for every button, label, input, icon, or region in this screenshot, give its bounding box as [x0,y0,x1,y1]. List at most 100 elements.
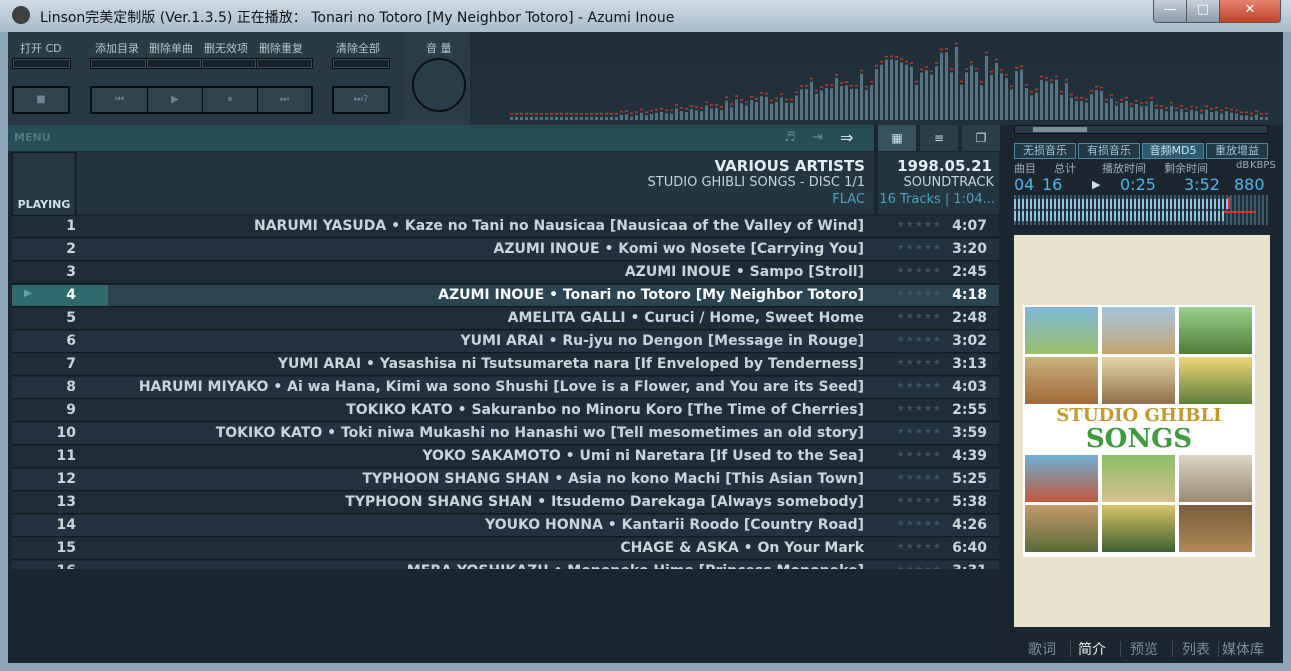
arrow-right-icon[interactable]: ⇒ [840,128,853,147]
add-dir-button[interactable] [90,58,147,69]
spectrum-peak [1070,93,1073,96]
track-row[interactable]: 15 CHAGE & ASKA • On Your Mark ★★★★★ 6:40 [12,538,999,560]
track-row[interactable]: 13 TYPHOON SHANG SHAN • Itsudemo Darekaga… [12,492,999,514]
menu-button[interactable]: MENU [14,131,51,144]
spectrum-peak [765,92,768,95]
lossy-tag[interactable]: 有损音乐 [1078,143,1140,159]
delete-invalid-button[interactable] [201,58,257,69]
open-cd-button[interactable] [12,58,71,69]
seek-bar[interactable] [1014,125,1268,134]
rating-stars[interactable]: ★★★★★ [897,266,942,276]
next-button[interactable]: ⏭ [258,88,311,112]
prev-button[interactable]: ⏮ [92,88,148,112]
rating-stars[interactable]: ★★★★★ [897,473,942,483]
track-row[interactable]: 3 AZUMI INOUE • Sampo [Stroll] ★★★★★ 2:45 [12,262,999,284]
rating-stars[interactable]: ★★★★★ [897,450,942,460]
spectrum-bar [720,110,723,120]
track-row[interactable]: 2 AZUMI INOUE • Komi wo Nosete [Carrying … [12,239,999,261]
close-button[interactable]: ✕ [1219,0,1281,23]
track-row[interactable]: 1 NARUMI YASUDA • Kaze no Tani no Nausica… [12,216,999,238]
spectrum-bar [1080,100,1083,120]
seek-thumb[interactable] [1033,127,1087,132]
spectrum-bar [1210,112,1213,120]
minimize-button[interactable]: — [1153,0,1187,23]
music-note-icon[interactable]: ♬ [784,130,796,145]
export-icon[interactable]: ⇥ [812,130,823,145]
track-row[interactable]: 6 YUMI ARAI • Ru-jyu no Dengon [Message i… [12,331,999,353]
rating-stars[interactable]: ★★★★★ [897,496,942,506]
delete-duplicate-label: 删除重复 [259,42,303,55]
spectrum-peak [630,112,633,115]
spectrum-peak [845,81,848,83]
spectrum-peak [615,113,618,115]
spectrum-bar [740,103,743,120]
cover-tile [1102,357,1175,404]
spectrum-bar [540,117,543,120]
rating-stars[interactable]: ★★★★★ [897,427,942,437]
track-duration: 2:48 [952,310,987,326]
tab-lyrics[interactable]: 歌词 [1028,639,1056,659]
rating-stars[interactable]: ★★★★★ [897,542,942,552]
rating-stars[interactable]: ★★★★★ [897,381,942,391]
delete-single-button[interactable] [146,58,202,69]
spectrum-bar [685,112,688,120]
spectrum-peak [675,104,678,106]
track-row[interactable]: 14 YOUKO HONNA • Kantarii Roodo [Country … [12,515,999,537]
track-row[interactable]: 9 TOKIKO KATO • Sakuranbo no Minoru Koro … [12,400,999,422]
stop-button[interactable]: ■ [12,86,70,114]
spectrum-bar [710,108,713,120]
track-row[interactable]: 10 TOKIKO KATO • Toki niwa Mukashi no Han… [12,423,999,445]
spectrum-peak [590,113,593,115]
tab-playlist[interactable]: 列表 [1182,639,1210,659]
album-cover[interactable]: STUDIO GHIBLI SONGS [1023,305,1255,557]
track-number: 15 [56,540,76,556]
grid-view-icon[interactable]: ▦ [878,125,916,151]
spectrum-bar [970,65,973,120]
cover-title-studio-ghibli: STUDIO GHIBLI [1056,405,1222,426]
spectrum-bar [1135,104,1138,120]
spectrum-peak [1140,102,1143,104]
compact-view-icon[interactable]: ❐ [962,125,1000,151]
track-number: 9 [66,402,76,418]
volume-knob[interactable] [412,58,466,112]
rating-stars[interactable]: ★★★★★ [897,404,942,414]
list-view-icon[interactable]: ≡ [920,125,958,151]
delete-duplicate-button[interactable] [256,58,313,69]
track-row[interactable]: 11 YOKO SAKAMOTO • Umi ni Naretara [If Us… [12,446,999,468]
track-number: 10 [56,425,76,441]
rating-stars[interactable]: ★★★★★ [897,519,942,529]
track-row[interactable]: 7 YUMI ARAI • Yasashisa ni Tsutsumareta n… [12,354,999,376]
play-button[interactable]: ▶ [148,88,203,112]
playing-tab[interactable]: PLAYING [12,152,76,216]
track-row[interactable]: 8 HARUMI MIYAKO • Ai wa Hana, Kimi wa son… [12,377,999,399]
pause-button[interactable]: ⏸ [203,88,258,112]
spectrum-bar [895,60,898,120]
tab-intro[interactable]: 简介 [1078,639,1106,659]
spectrum-bar [665,113,668,120]
spectrum-bar [1065,83,1068,120]
rating-stars[interactable]: ★★★★★ [897,243,942,253]
tab-media-library[interactable]: 媒体库 [1222,639,1264,659]
tab-preview[interactable]: 预览 [1130,639,1158,659]
rating-stars[interactable]: ★★★★★ [897,312,942,322]
db-label: dB [1236,160,1250,171]
replay-gain-tag[interactable]: 重放增益 [1206,143,1268,159]
rating-stars[interactable]: ★★★★★ [897,335,942,345]
current-track-row[interactable]: ▶ 4 AZUMI INOUE • Tonari no Totoro [My Nei… [12,285,999,307]
clear-all-button[interactable] [332,58,390,69]
spectrum-bar [1045,81,1048,120]
rating-stars[interactable]: ★★★★★ [897,289,942,299]
lossless-tag[interactable]: 无损音乐 [1014,143,1076,159]
cover-tile [1102,455,1175,502]
spectrum-peak [625,110,628,112]
rating-stars[interactable]: ★★★★★ [897,358,942,368]
spectrum-bar [655,112,658,120]
md5-tag[interactable]: 音频MD5 [1142,143,1204,159]
spectrum-peak [960,80,963,83]
maximize-button[interactable]: □ [1186,0,1220,23]
random-button[interactable]: ⏭? [332,86,390,114]
rating-stars[interactable]: ★★★★★ [897,220,942,230]
track-row[interactable]: 5 AMELITA GALLI • Curuci / Home, Sweet Ho… [12,308,999,330]
track-title: TOKIKO KATO • Toki niwa Mukashi no Hanas… [215,425,864,441]
track-row[interactable]: 12 TYPHOON SHANG SHAN • Asia no kono Mach… [12,469,999,491]
